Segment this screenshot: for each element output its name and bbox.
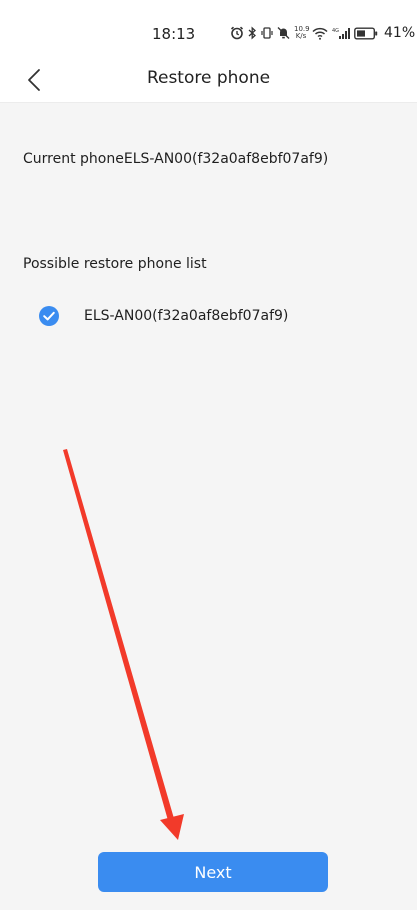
wifi-icon	[312, 27, 328, 40]
vibrate-icon	[261, 27, 273, 39]
restore-device-item[interactable]: ELS-AN00(f32a0af8ebf07af9)	[38, 303, 288, 329]
cellular-signal-icon: 4G	[332, 27, 350, 39]
status-icons: 10.9 K/s 4G 41%	[230, 22, 415, 44]
nav-bar: Restore phone	[0, 58, 417, 103]
page-title: Restore phone	[146, 68, 271, 88]
net-speed: 10.9 K/s	[294, 25, 310, 40]
bluetooth-icon	[248, 26, 256, 40]
device-label: ELS-AN00(f32a0af8ebf07af9)	[84, 308, 289, 324]
alarm-icon	[230, 26, 244, 40]
status-time: 18:13	[152, 25, 196, 43]
checkmark-circle-icon[interactable]	[38, 305, 60, 327]
current-phone-text: Current phoneELS-AN00(f32a0af8ebf07af9)	[23, 151, 329, 167]
next-button[interactable]: Next	[98, 852, 328, 892]
restore-list-title: Possible restore phone list	[23, 256, 207, 272]
annotation-arrow	[63, 449, 184, 840]
battery-percent: 41%	[384, 25, 416, 41]
svg-text:4G: 4G	[332, 28, 339, 34]
battery-icon	[354, 27, 378, 40]
mute-bell-icon	[277, 27, 290, 39]
status-bar: 18:13 10.9 K/s 4G 41%	[0, 0, 417, 58]
